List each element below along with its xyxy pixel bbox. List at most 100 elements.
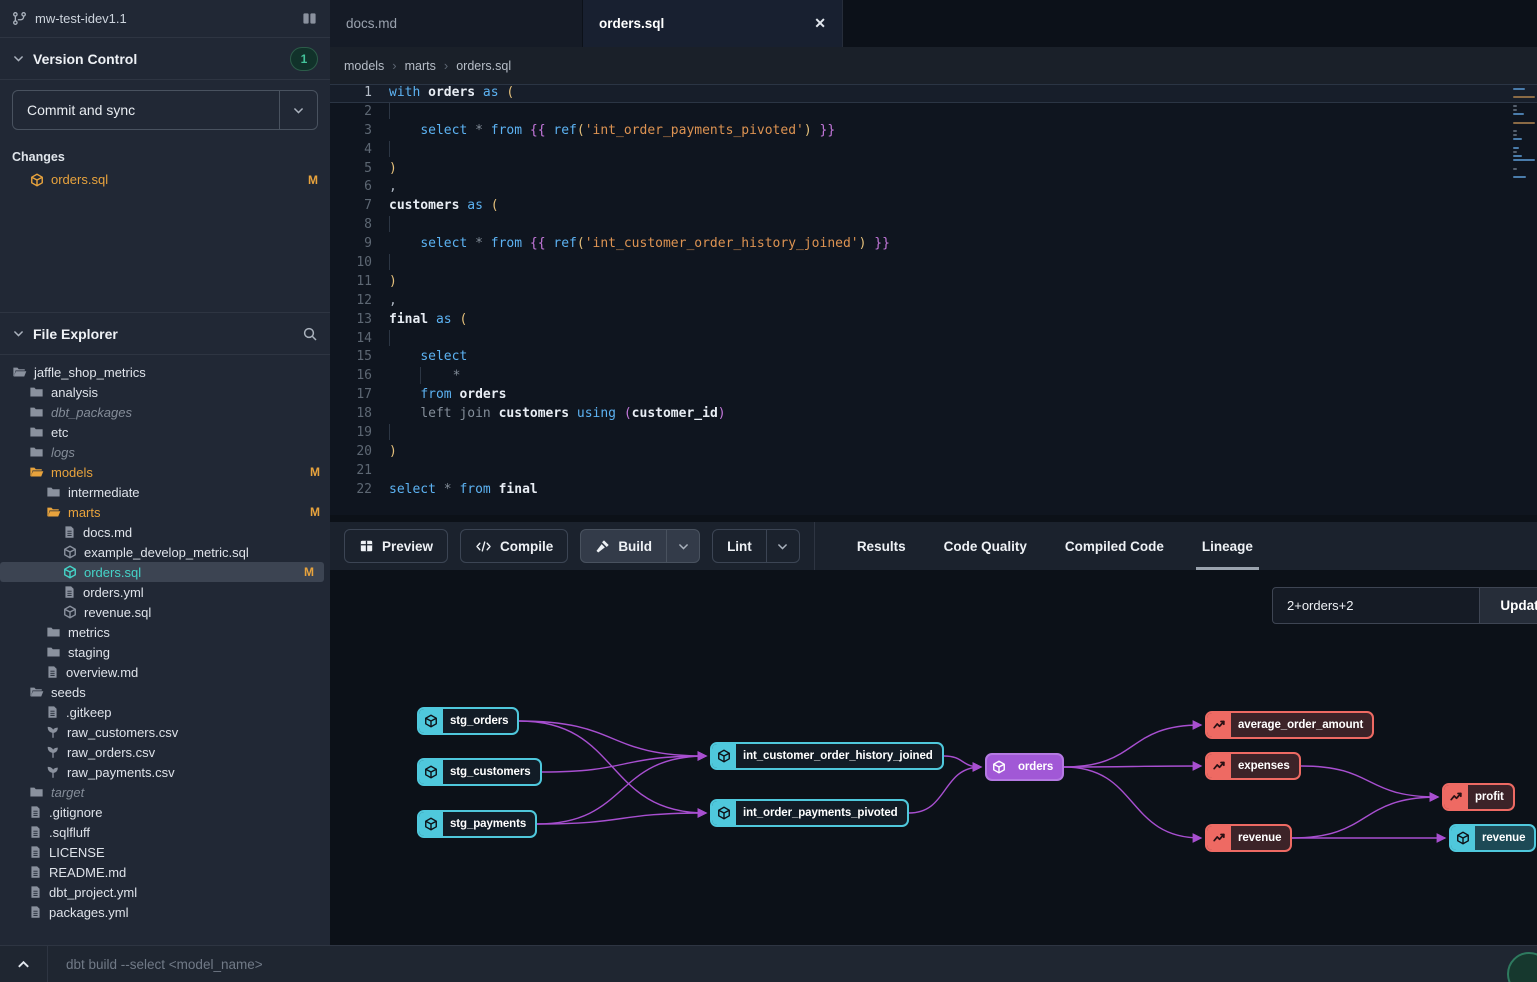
tree-item-label: LICENSE: [49, 845, 105, 860]
tree-item-label: jaffle_shop_metrics: [34, 365, 146, 380]
panel-tab-code-quality[interactable]: Code Quality: [944, 522, 1027, 570]
breadcrumb-item[interactable]: marts: [405, 59, 436, 73]
modified-badge: M: [310, 505, 320, 519]
folder-icon: [29, 425, 44, 439]
command-input[interactable]: dbt build --select <model_name>: [48, 957, 1537, 972]
tree-item-intermediate[interactable]: intermediate: [0, 482, 330, 502]
tree-item-label: dbt_project.yml: [49, 885, 137, 900]
commit-options-caret[interactable]: [279, 91, 317, 129]
lineage-node-int_order_payments_pivoted[interactable]: int_order_payments_pivoted: [710, 799, 909, 827]
editor-tab-docs.md[interactable]: docs.md: [330, 0, 583, 47]
tree-item-.sqlfluff[interactable]: .sqlfluff: [0, 822, 330, 842]
file-explorer-header[interactable]: File Explorer: [0, 312, 330, 355]
minimap-line: [1513, 138, 1522, 140]
metric-trend-icon: [1207, 826, 1231, 850]
tree-item-analysis[interactable]: analysis: [0, 382, 330, 402]
lineage-node-revenue_metric[interactable]: revenue: [1205, 824, 1292, 852]
close-tab-icon[interactable]: ✕: [814, 15, 826, 32]
tree-item-README.md[interactable]: README.md: [0, 862, 330, 882]
lineage-node-stg_orders[interactable]: stg_orders: [417, 707, 519, 735]
breadcrumb-item[interactable]: orders.sql: [456, 59, 511, 73]
lint-options-caret[interactable]: [766, 530, 799, 562]
node-label: revenue: [1475, 826, 1534, 850]
tree-item-marts[interactable]: martsM: [0, 502, 330, 522]
tree-item-.gitkeep[interactable]: .gitkeep: [0, 702, 330, 722]
code-editor[interactable]: 1with orders as (23 select * from {{ ref…: [330, 84, 1537, 515]
tree-item-overview.md[interactable]: overview.md: [0, 662, 330, 682]
lineage-node-int_customer_order_history_joined[interactable]: int_customer_order_history_joined: [710, 742, 944, 770]
cube-icon: [30, 173, 44, 187]
line-number: 22: [330, 481, 389, 500]
metric-trend-icon: [1207, 713, 1231, 737]
tree-item-example_develop_metric.sql[interactable]: example_develop_metric.sql: [0, 542, 330, 562]
panel-tab-lineage[interactable]: Lineage: [1202, 522, 1253, 570]
version-control-header[interactable]: Version Control 1: [0, 38, 330, 80]
tree-item-models[interactable]: modelsM: [0, 462, 330, 482]
file-icon: [29, 825, 42, 839]
editor-tab-orders.sql[interactable]: orders.sql✕: [583, 0, 843, 47]
lineage-node-stg_customers[interactable]: stg_customers: [417, 758, 542, 786]
build-button[interactable]: Build: [580, 529, 700, 563]
lineage-node-revenue_model[interactable]: revenue: [1449, 824, 1536, 852]
search-icon[interactable]: [302, 326, 318, 342]
minimap-line: [1513, 151, 1517, 153]
tree-item-raw_customers.csv[interactable]: raw_customers.csv: [0, 722, 330, 742]
tree-item-packages.yml[interactable]: packages.yml: [0, 902, 330, 922]
version-control-title: Version Control: [33, 51, 137, 67]
tree-item-revenue.sql[interactable]: revenue.sql: [0, 602, 330, 622]
tree-item-logs[interactable]: logs: [0, 442, 330, 462]
lineage-node-profit[interactable]: profit: [1442, 783, 1515, 811]
tree-item-.gitignore[interactable]: .gitignore: [0, 802, 330, 822]
node-label: stg_customers: [443, 760, 540, 784]
tree-item-LICENSE[interactable]: LICENSE: [0, 842, 330, 862]
lineage-edge-6: [909, 767, 981, 813]
preview-button[interactable]: Preview: [344, 529, 448, 563]
breadcrumb-item[interactable]: models: [344, 59, 384, 73]
minimap-line: [1513, 159, 1535, 161]
lineage-selector-input[interactable]: 2+orders+2: [1272, 587, 1480, 624]
lint-button[interactable]: Lint: [712, 529, 800, 563]
commit-and-sync-button[interactable]: Commit and sync: [12, 90, 318, 130]
tree-item-docs.md[interactable]: docs.md: [0, 522, 330, 542]
minimap-line: [1513, 176, 1526, 178]
lineage-node-orders[interactable]: orders: [985, 753, 1064, 781]
file-icon: [46, 705, 59, 719]
panel-tab-results[interactable]: Results: [857, 522, 906, 570]
grid-icon: [359, 539, 374, 553]
tree-item-label: raw_payments.csv: [67, 765, 175, 780]
tree-item-etc[interactable]: etc: [0, 422, 330, 442]
code-line-6: 6,: [330, 178, 1537, 197]
tree-item-orders.sql[interactable]: orders.sqlM: [0, 562, 324, 582]
minimap[interactable]: [1513, 88, 1535, 180]
panel-toggle-icon[interactable]: [301, 11, 318, 26]
code-line-11: 11): [330, 273, 1537, 292]
file-icon: [29, 845, 42, 859]
tree-item-jaffle_shop_metrics[interactable]: jaffle_shop_metrics: [0, 362, 330, 382]
tree-item-staging[interactable]: staging: [0, 642, 330, 662]
tree-item-label: README.md: [49, 865, 126, 880]
lineage-node-average_order_amount[interactable]: average_order_amount: [1205, 711, 1374, 739]
tree-item-orders.yml[interactable]: orders.yml: [0, 582, 330, 602]
tree-item-dbt_packages[interactable]: dbt_packages: [0, 402, 330, 422]
tree-item-dbt_project.yml[interactable]: dbt_project.yml: [0, 882, 330, 902]
lineage-node-expenses[interactable]: expenses: [1205, 752, 1301, 780]
seed-icon: [46, 745, 60, 759]
changed-file-orders.sql[interactable]: orders.sqlM: [0, 168, 330, 191]
panel-tab-compiled-code[interactable]: Compiled Code: [1065, 522, 1164, 570]
compile-button[interactable]: Compile: [460, 529, 568, 563]
tree-item-raw_orders.csv[interactable]: raw_orders.csv: [0, 742, 330, 762]
tree-item-seeds[interactable]: seeds: [0, 682, 330, 702]
node-label: stg_orders: [443, 709, 517, 733]
modified-badge: M: [308, 173, 318, 187]
folder-open-icon: [29, 465, 44, 479]
update-graph-button[interactable]: Update Graph: [1480, 587, 1537, 624]
tree-item-label: .gitignore: [49, 805, 102, 820]
tree-item-metrics[interactable]: metrics: [0, 622, 330, 642]
line-number: 8: [330, 216, 389, 235]
tree-item-raw_payments.csv[interactable]: raw_payments.csv: [0, 762, 330, 782]
tree-item-target[interactable]: target: [0, 782, 330, 802]
lineage-node-stg_payments[interactable]: stg_payments: [417, 810, 537, 838]
build-options-caret[interactable]: [666, 530, 699, 562]
file-icon: [29, 885, 42, 899]
expand-command-panel-button[interactable]: [0, 946, 48, 982]
